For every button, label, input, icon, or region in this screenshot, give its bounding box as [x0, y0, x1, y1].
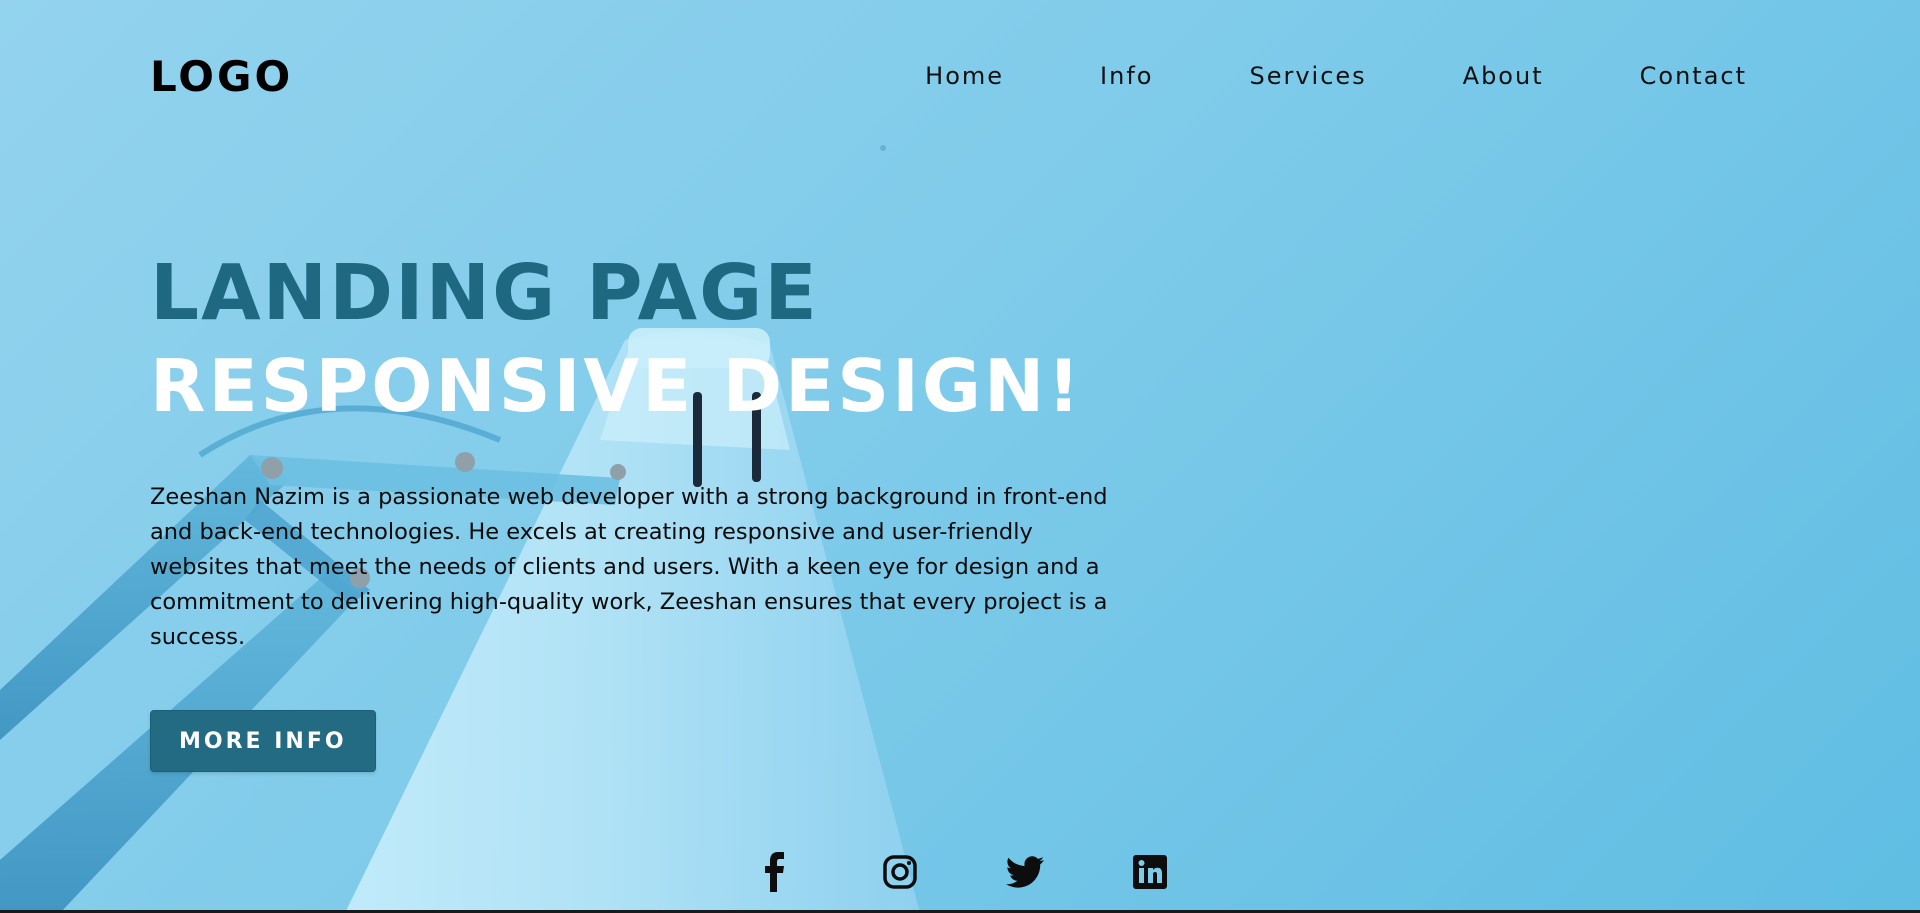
more-info-button[interactable]: MORE INFO: [150, 710, 376, 772]
nav-item-services[interactable]: Services: [1249, 62, 1366, 90]
instagram-icon[interactable]: [880, 852, 920, 892]
nav-item-about[interactable]: About: [1463, 62, 1544, 90]
social-links: [755, 852, 1170, 892]
twitter-icon[interactable]: [1005, 852, 1045, 892]
nav-item-contact[interactable]: Contact: [1640, 62, 1747, 90]
facebook-icon[interactable]: [755, 852, 795, 892]
logo[interactable]: LOGO: [150, 52, 293, 101]
hero-description: Zeeshan Nazim is a passionate web develo…: [150, 484, 1108, 650]
nav-item-info[interactable]: Info: [1100, 62, 1153, 90]
main-navigation: Home Info Services About Contact: [925, 62, 1747, 90]
hero-title-secondary: RESPONSIVE DESIGN!: [150, 344, 1084, 428]
hero-title-primary: LANDING PAGE: [150, 249, 819, 338]
nav-item-home[interactable]: Home: [925, 62, 1004, 90]
landing-page: LOGO Home Info Services About Contact LA…: [0, 0, 1920, 913]
hero-section: LANDING PAGE RESPONSIVE DESIGN! Zeeshan …: [150, 248, 1130, 772]
linkedin-icon[interactable]: [1130, 852, 1170, 892]
